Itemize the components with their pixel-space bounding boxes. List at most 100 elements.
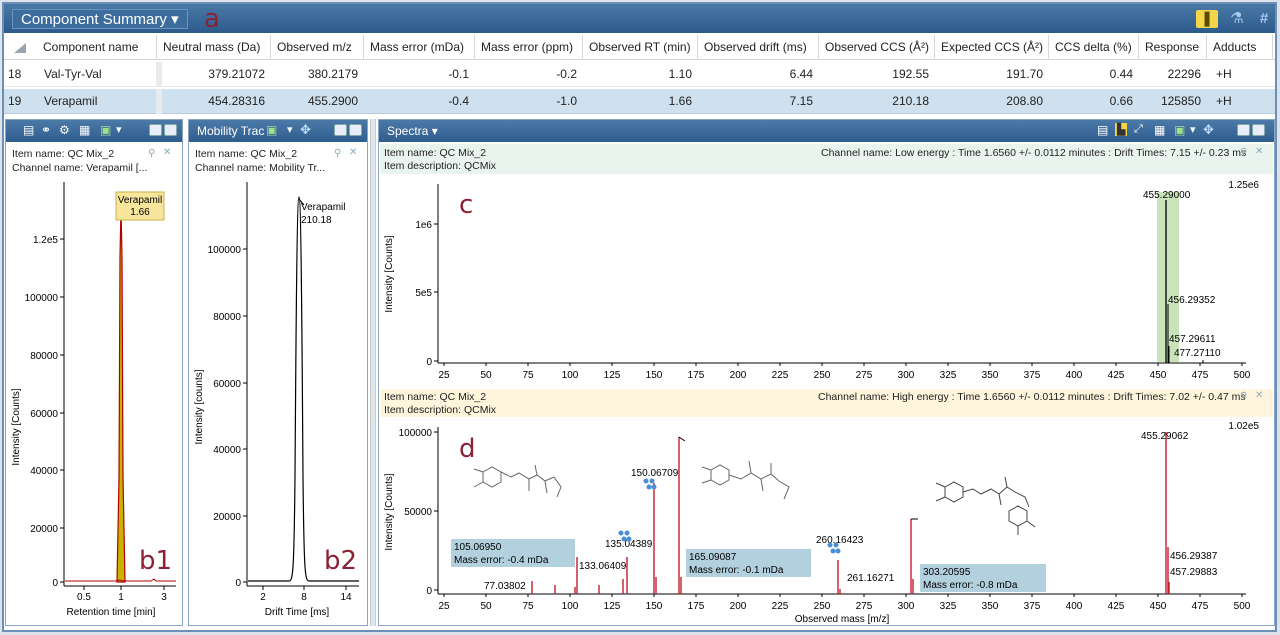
export-icon[interactable]: ▣ [266, 123, 277, 137]
chart-toggle-icon[interactable]: ▙ [1115, 123, 1128, 136]
pane-splitter[interactable] [370, 119, 376, 626]
grid-icon[interactable]: ▦ [79, 123, 90, 137]
flask-icon[interactable]: ⚗ [1226, 10, 1248, 28]
sort-corner-icon[interactable] [4, 35, 37, 60]
minimize-button[interactable] [1237, 124, 1250, 136]
maximize-button[interactable] [349, 124, 362, 136]
column-header[interactable]: Component name [37, 35, 157, 60]
mobility-title[interactable]: Mobility Trac [197, 124, 264, 138]
zoom-icon[interactable]: ⤢ [1134, 123, 1143, 136]
close-icon[interactable]: ✕ [349, 147, 357, 158]
export-icon[interactable]: ▣ [100, 123, 111, 137]
component-summary-header: Component Summary ▾ a ❚ ⚗ # [4, 4, 1275, 33]
column-header[interactable]: Observed drift (ms) [698, 35, 819, 60]
export-icon[interactable]: ▣ [1174, 123, 1185, 137]
expected-ccs-cell: 208.80 [1006, 94, 1043, 108]
panel-letter-a: a [204, 4, 220, 34]
scale-label: 1.02e5 [1228, 421, 1259, 432]
gear-icon[interactable]: ⚙ [59, 123, 70, 137]
chevron-down-icon[interactable]: ▾ [116, 123, 122, 136]
y-tick-label: 100000 [208, 245, 242, 256]
list-icon[interactable]: ▤ [23, 123, 34, 137]
x-tick: 175 [688, 363, 705, 381]
x-tick-label: 100 [562, 370, 579, 381]
move-icon[interactable]: ✥ [300, 122, 311, 138]
spectra-title: Spectra [387, 124, 429, 138]
pin-icon[interactable]: ⚲ [148, 148, 155, 159]
response-cell: 125850 [1160, 94, 1201, 108]
x-axis-label: Retention time [min] [67, 607, 156, 618]
maximize-button[interactable] [1252, 124, 1265, 136]
mobility-item-name: Item name: QC Mix_2 [195, 148, 298, 160]
column-header[interactable]: Expected CCS (Å²) [935, 35, 1049, 60]
x-tick: 450 [1150, 594, 1167, 612]
pin-icon[interactable]: ⚲ [1240, 391, 1247, 402]
column-header[interactable]: Observed CCS (Å²) [819, 35, 935, 60]
column-header[interactable]: Observed m/z [271, 35, 364, 60]
column-header[interactable]: Mass error (mDa) [364, 35, 475, 60]
x-tick-label: 375 [1024, 601, 1041, 612]
y-tick-label: 1.2e5 [33, 235, 58, 246]
panel-letter-c: c [459, 190, 474, 220]
column-header[interactable]: Response [1139, 35, 1207, 60]
spectra-toolbar: Spectra ▾ ▤ ▙ ⤢ ▦ ▣ ▾ ✥ [379, 120, 1274, 142]
chrom-channel-name: Channel name: Verapamil [... [12, 162, 148, 174]
x-tick-label: 225 [772, 370, 789, 381]
x-tick-label: 500 [1234, 370, 1251, 381]
y-tick: 0 [426, 357, 438, 368]
component-name-cell: Val-Tyr-Val [44, 67, 102, 81]
x-tick: 400 [1066, 594, 1083, 612]
move-icon[interactable]: ✥ [1203, 122, 1214, 138]
y-tick-label: 80000 [213, 312, 241, 323]
x-tick: 150 [646, 363, 663, 381]
close-icon[interactable]: ✕ [1255, 390, 1263, 401]
grid-icon[interactable]: ▦ [1154, 123, 1165, 137]
column-header[interactable]: Neutral mass (Da) [157, 35, 271, 60]
row-index: 18 [8, 67, 22, 81]
table-row[interactable]: 18 Val-Tyr-Val 379.21072 380.2179 -0.1 -… [4, 62, 1275, 87]
observed-mz-cell: 455.2900 [307, 94, 358, 108]
maximize-button[interactable] [164, 124, 177, 136]
hash-icon[interactable]: # [1253, 10, 1275, 28]
minimize-button[interactable] [334, 124, 347, 136]
spectra-menu[interactable]: Spectra ▾ [387, 124, 438, 138]
x-tick: 400 [1066, 363, 1083, 381]
x-tick-label: 150 [646, 370, 663, 381]
pin-icon[interactable]: ⚲ [334, 148, 341, 159]
x-tick: 2 [260, 586, 266, 603]
x-tick-label: 350 [982, 370, 999, 381]
component-summary-menu[interactable]: Component Summary ▾ [12, 9, 188, 29]
y-tick-label: 80000 [30, 351, 58, 362]
minimize-button[interactable] [149, 124, 162, 136]
column-header[interactable]: Adducts [1207, 35, 1273, 60]
close-icon[interactable]: ✕ [1255, 146, 1263, 157]
table-row[interactable]: 19 Verapamil 454.28316 455.2900 -0.4 -1.… [4, 89, 1275, 114]
close-icon[interactable]: ✕ [163, 147, 171, 158]
y-tick-label: 0 [426, 586, 432, 597]
chevron-down-icon[interactable]: ▾ [287, 123, 293, 136]
info-toggle-icon[interactable]: ❚ [1196, 10, 1218, 28]
column-header[interactable]: CCS delta (%) [1049, 35, 1139, 60]
column-header[interactable]: Mass error (ppm) [475, 35, 583, 60]
chevron-down-icon[interactable]: ▾ [1190, 123, 1196, 136]
observed-drift-cell: 6.44 [789, 67, 813, 81]
x-tick-label: 250 [814, 370, 831, 381]
fragment-mz: 303.20595 [923, 567, 971, 578]
x-tick-label: 475 [1192, 601, 1209, 612]
mass-error-ppm-cell: -1.0 [556, 94, 577, 108]
list-icon[interactable]: ▤ [1097, 123, 1108, 137]
x-axis-label: Observed mass [m/z] [795, 614, 890, 625]
neutral-mass-cell: 454.28316 [208, 94, 265, 108]
link-icon[interactable]: ⚭ [41, 123, 51, 137]
x-tick: 450 [1150, 363, 1167, 381]
chromatogram-peak [116, 206, 126, 583]
mass-error-mda-cell: -0.1 [448, 67, 469, 81]
column-header[interactable]: Observed RT (min) [583, 35, 698, 60]
pin-icon[interactable]: ⚲ [1240, 147, 1247, 158]
observed-drift-cell: 7.15 [789, 94, 813, 108]
x-tick: 475 [1192, 594, 1209, 612]
neutral-mass-cell: 379.21072 [208, 67, 265, 81]
y-tick: 100000 [208, 245, 247, 256]
peak-annotation-value: 1.66 [130, 207, 150, 218]
peak-label: 477.27110 [1174, 348, 1221, 359]
